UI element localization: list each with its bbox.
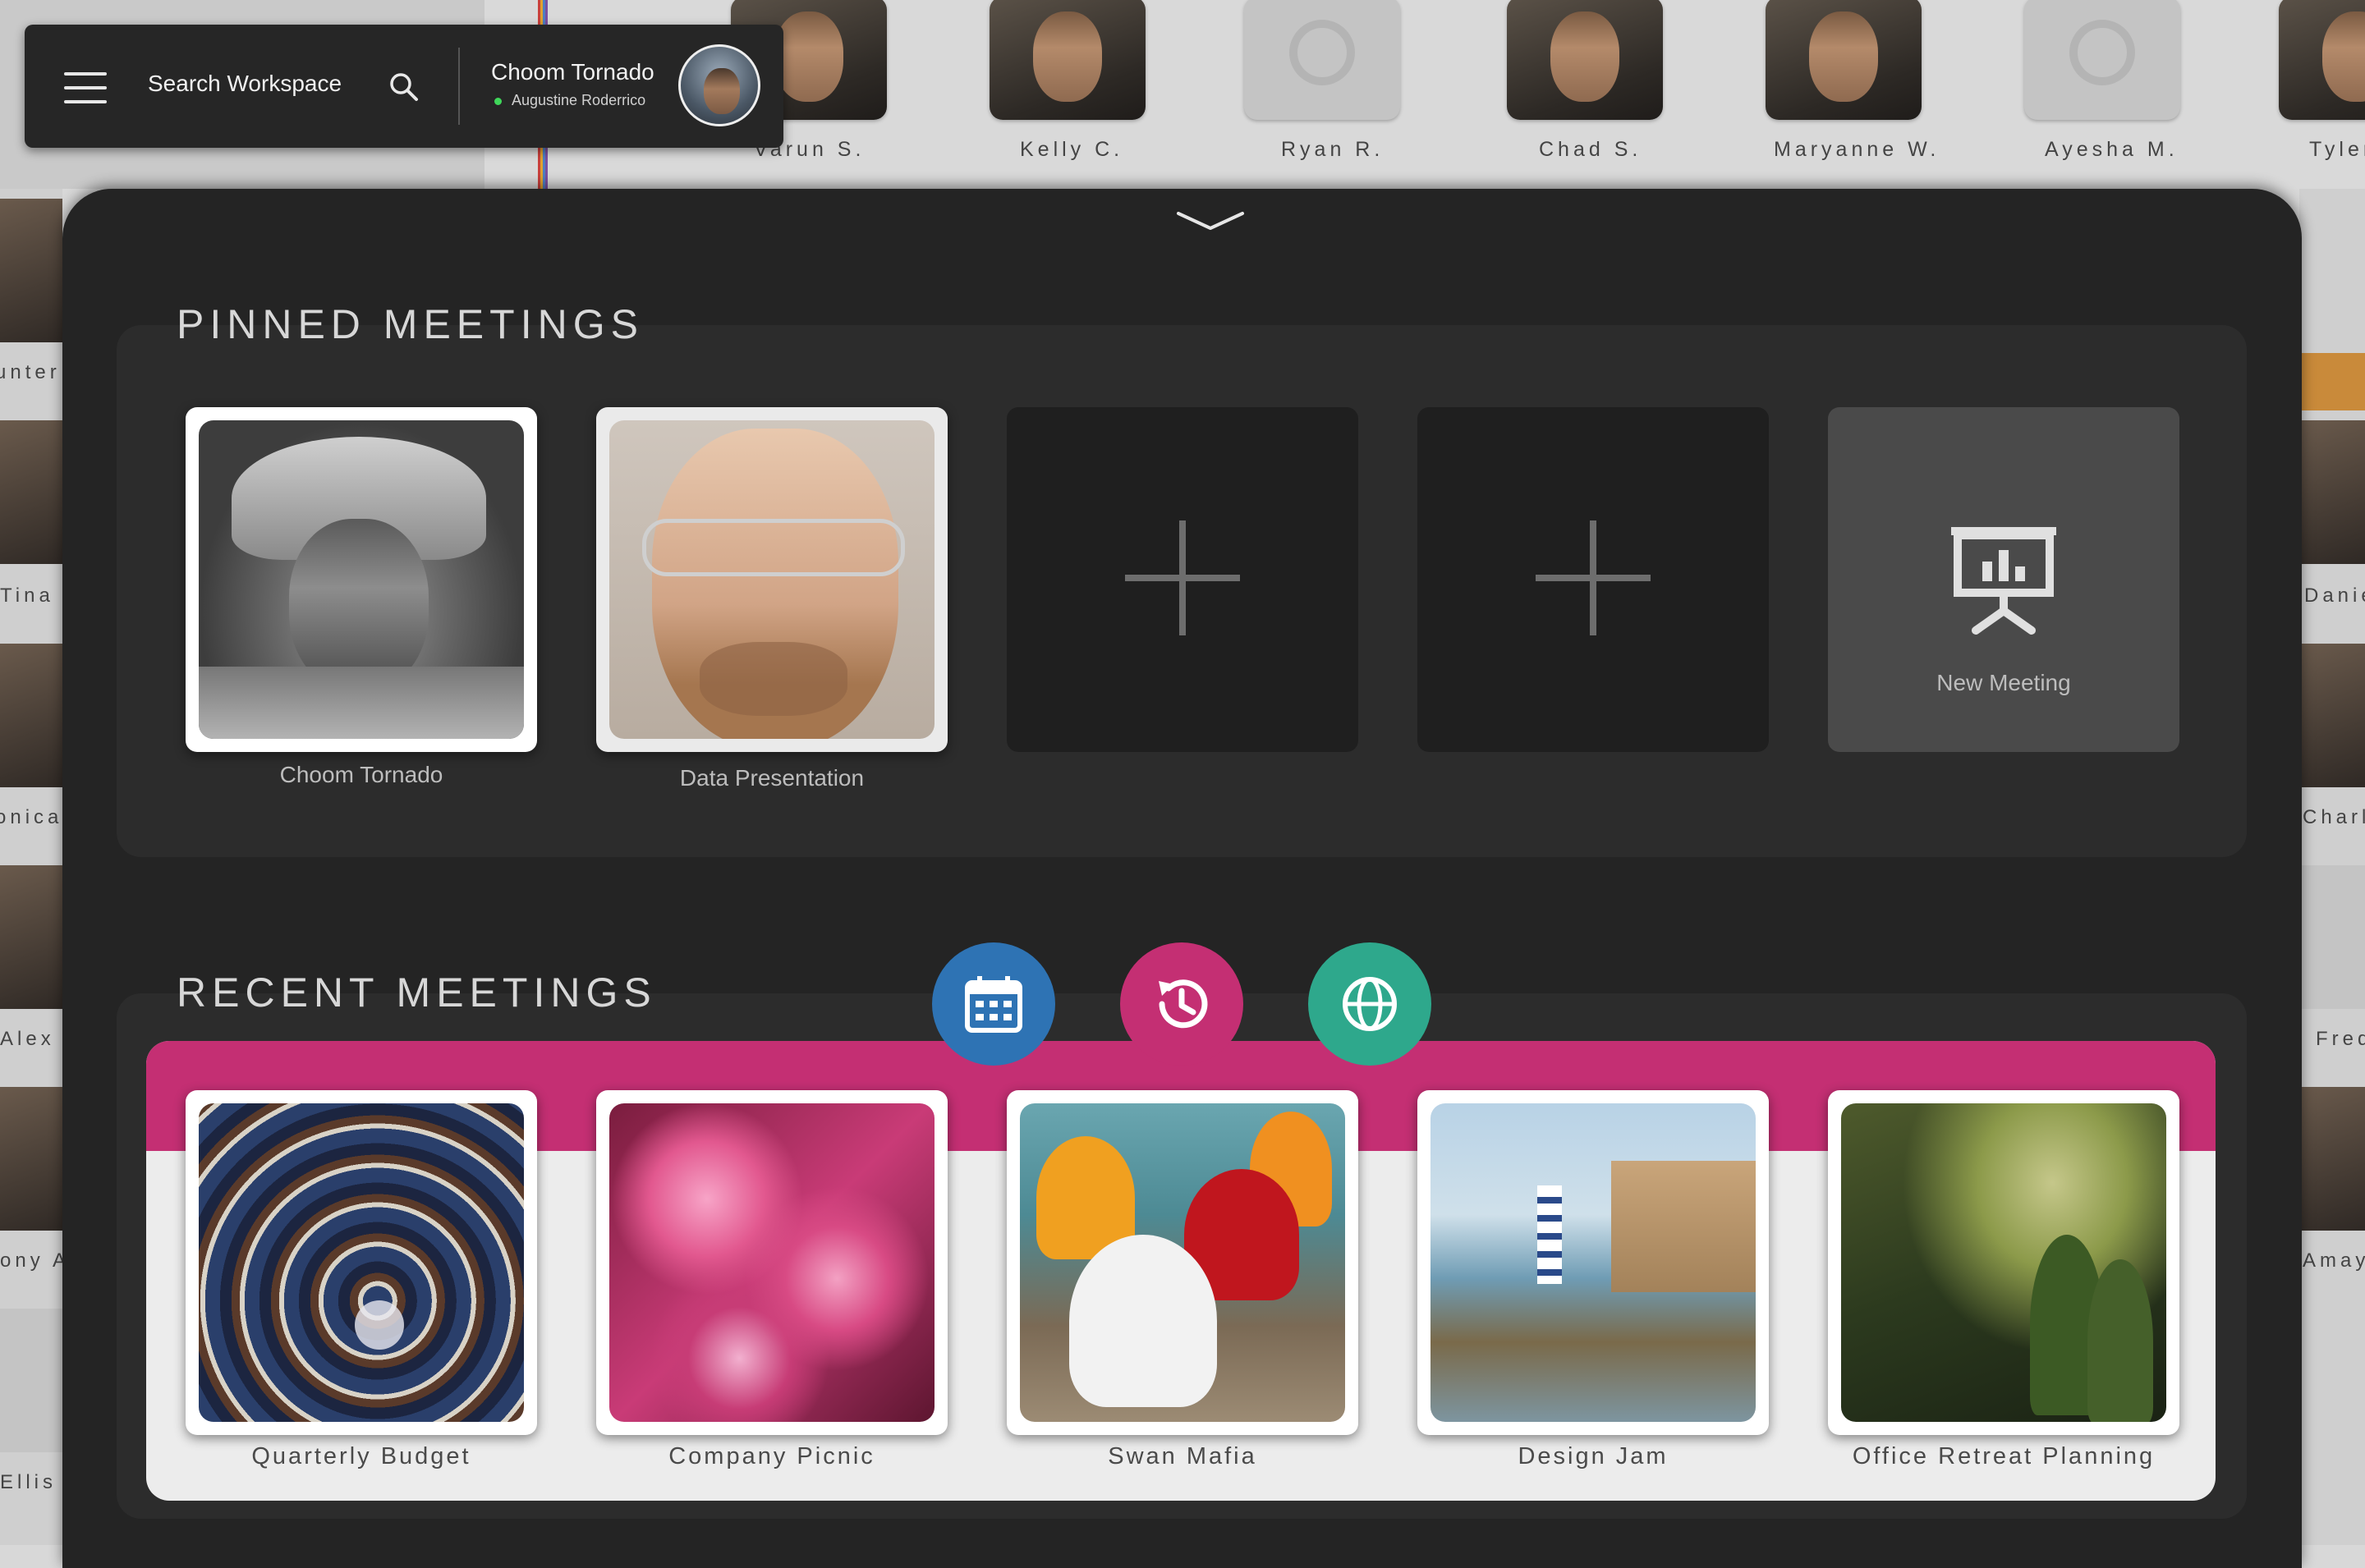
online-status-icon [494,97,502,105]
recent-meeting-tile[interactable] [596,1090,948,1435]
meeting-photo [609,1103,935,1422]
tile-label: Data Presentation [679,765,865,791]
person-card[interactable] [0,1309,62,1452]
new-meeting-button[interactable]: New Meeting [1828,407,2179,752]
person-card[interactable] [990,0,1146,120]
tile-label: Swan Mafia [1108,1443,1257,1469]
person-name: Fred [2316,1028,2365,1050]
background-accent-bar [2299,353,2365,410]
search-workspace-label[interactable]: Search Workspace [148,71,342,97]
person-name: Danie [2304,585,2365,607]
person-name: Chad S. [1539,138,1642,161]
recent-meeting-tile[interactable] [1007,1090,1358,1435]
person-name: Tina R [0,585,62,607]
user-placeholder-icon [1289,20,1355,85]
person-card[interactable] [2299,644,2365,787]
new-meeting-label: New Meeting [1936,670,2071,695]
chevron-down-icon[interactable] [1173,207,1247,236]
person-card[interactable] [2299,420,2365,564]
status-text: Augustine Roderrico [512,92,646,108]
plus-icon [1536,520,1651,635]
avatar[interactable] [678,44,760,126]
search-icon[interactable] [388,71,420,103]
meeting-photo [199,1103,524,1422]
tile-label: Design Jam [1518,1443,1669,1469]
meeting-photo [199,420,524,739]
menu-icon[interactable] [64,72,107,103]
person-name: Tyler [2309,138,2365,161]
history-filter-button[interactable] [1120,942,1243,1066]
pinned-meeting-tile[interactable] [596,407,948,752]
person-name: Ryan R. [1281,138,1385,161]
person-card[interactable] [1507,0,1663,120]
add-pinned-meeting-button[interactable] [1007,407,1358,752]
current-user-status: Augustine Roderrico [494,92,645,109]
calendar-icon [965,976,1022,1033]
person-name: Kelly C. [1020,138,1124,161]
tile-label: Choom Tornado [279,762,443,787]
person-card[interactable] [0,420,62,564]
meeting-photo [1020,1103,1345,1422]
meeting-photo [1841,1103,2166,1422]
person-card[interactable] [2024,0,2180,120]
person-card[interactable] [1244,0,1400,120]
meeting-photo [609,420,935,739]
person-name: Ayesha M. [2045,138,2179,161]
person-card[interactable] [2279,0,2365,120]
presentation-icon [1951,527,2056,635]
person-name: Ellis G [0,1471,62,1493]
pinned-meetings-title: PINNED MEETINGS [177,301,644,347]
person-name: Alex V [0,1028,62,1050]
recent-meeting-tile[interactable] [1828,1090,2179,1435]
person-name: Charle [2303,806,2365,828]
meetings-panel: PINNED MEETINGS Choom Tornado Data Prese… [62,189,2302,1568]
history-icon [1159,979,1208,1029]
tile-label: Quarterly Budget [251,1443,471,1469]
background-left-column: unter Tina R onica Alex V ony A Ellis G [0,189,62,1545]
person-card[interactable] [1766,0,1922,120]
person-name: unter [0,361,61,383]
person-card[interactable] [0,644,62,787]
recent-meeting-tile[interactable] [186,1090,537,1435]
person-card[interactable] [0,1087,62,1231]
current-user-name: Choom Tornado [491,59,654,85]
globe-icon [1343,977,1397,1031]
tile-label: Office Retreat Planning [1852,1443,2156,1469]
person-card[interactable] [0,865,62,1009]
person-name: onica [0,806,62,828]
workspace-search-bar: Search Workspace Choom Tornado Augustine… [25,25,783,148]
person-name: Amay [2303,1249,2365,1272]
person-card[interactable] [2299,865,2365,1009]
person-card[interactable] [2299,1087,2365,1231]
meeting-photo [1430,1103,1756,1422]
person-card[interactable] [0,199,62,342]
recent-meeting-tile[interactable] [1417,1090,1769,1435]
divider [458,48,460,125]
calendar-filter-button[interactable] [932,942,1055,1066]
person-name: Maryanne W. [1774,138,1940,161]
add-pinned-meeting-button[interactable] [1417,407,1769,752]
user-placeholder-icon [2069,20,2135,85]
pinned-meeting-tile[interactable] [186,407,537,752]
tile-label: Company Picnic [668,1443,875,1469]
person-name: ony A [0,1249,62,1272]
globe-filter-button[interactable] [1308,942,1431,1066]
recent-meetings-title: RECENT MEETINGS [177,970,657,1016]
plus-icon [1125,520,1240,635]
